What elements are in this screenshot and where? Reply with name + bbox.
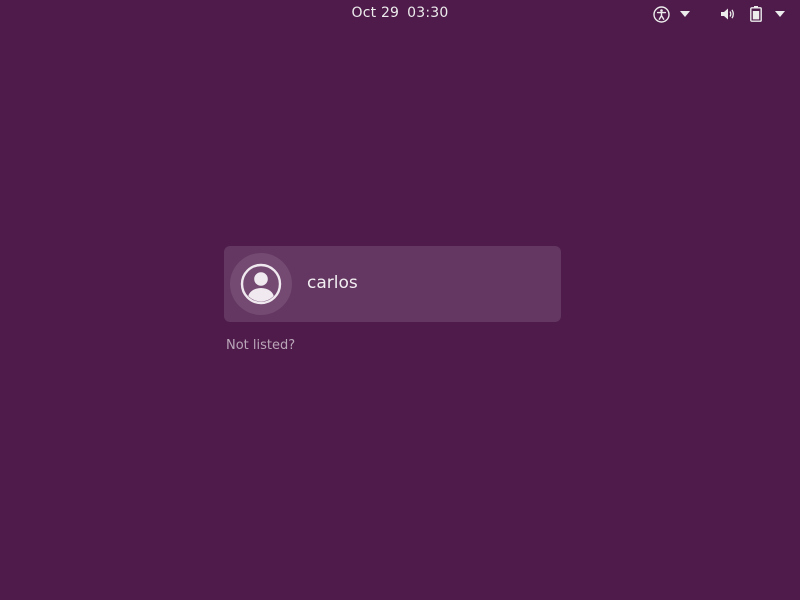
top-bar: Oct 29 03:30 xyxy=(0,0,800,28)
login-screen: Oct 29 03:30 carlos Not listed? xyxy=(0,0,800,600)
battery-icon xyxy=(748,3,764,25)
chevron-down-icon xyxy=(773,3,787,25)
system-menu[interactable] xyxy=(714,3,794,25)
user-name: carlos xyxy=(307,273,358,293)
volume-icon xyxy=(718,3,738,25)
accessibility-menu[interactable] xyxy=(647,3,697,25)
avatar xyxy=(230,253,292,315)
clock-time: 03:30 xyxy=(407,5,449,21)
not-listed-button[interactable]: Not listed? xyxy=(226,338,295,353)
user-avatar-icon xyxy=(240,263,282,305)
accessibility-icon xyxy=(651,3,671,25)
clock-date: Oct 29 xyxy=(351,5,400,21)
chevron-down-icon xyxy=(678,3,692,25)
user-list-item[interactable]: carlos xyxy=(224,246,561,322)
